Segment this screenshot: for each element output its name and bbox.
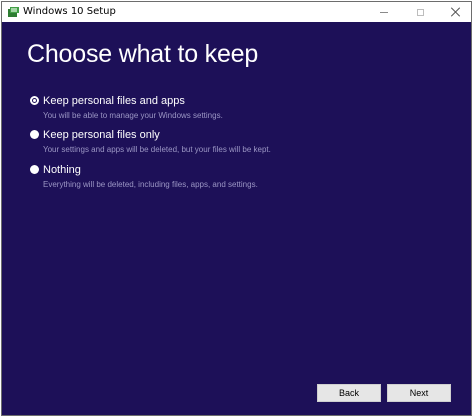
maximize-icon <box>416 8 424 16</box>
page-title: Choose what to keep <box>27 40 259 68</box>
radio-button[interactable] <box>30 165 39 174</box>
close-icon <box>451 7 461 17</box>
option-description: You will be able to manage your Windows … <box>43 111 223 120</box>
window-title: Windows 10 Setup <box>23 6 116 17</box>
setup-window: Windows 10 Setup Choose what to keep Kee… <box>1 1 472 416</box>
radio-button-selected[interactable] <box>30 96 39 105</box>
option-label[interactable]: Nothing <box>43 163 81 177</box>
back-button[interactable]: Back <box>317 384 381 402</box>
option-description: Everything will be deleted, including fi… <box>43 180 258 189</box>
option-label[interactable]: Keep personal files only <box>43 128 160 142</box>
option-description: Your settings and apps will be deleted, … <box>43 145 271 154</box>
radio-button[interactable] <box>30 130 39 139</box>
maximize-button[interactable] <box>403 2 437 22</box>
next-button[interactable]: Next <box>387 384 451 402</box>
option-label[interactable]: Keep personal files and apps <box>43 94 185 108</box>
title-bar[interactable]: Windows 10 Setup <box>2 2 471 22</box>
close-button[interactable] <box>439 2 471 22</box>
minimize-button[interactable] <box>367 2 401 22</box>
windows-setup-icon <box>8 7 19 17</box>
minimize-icon <box>380 11 388 13</box>
